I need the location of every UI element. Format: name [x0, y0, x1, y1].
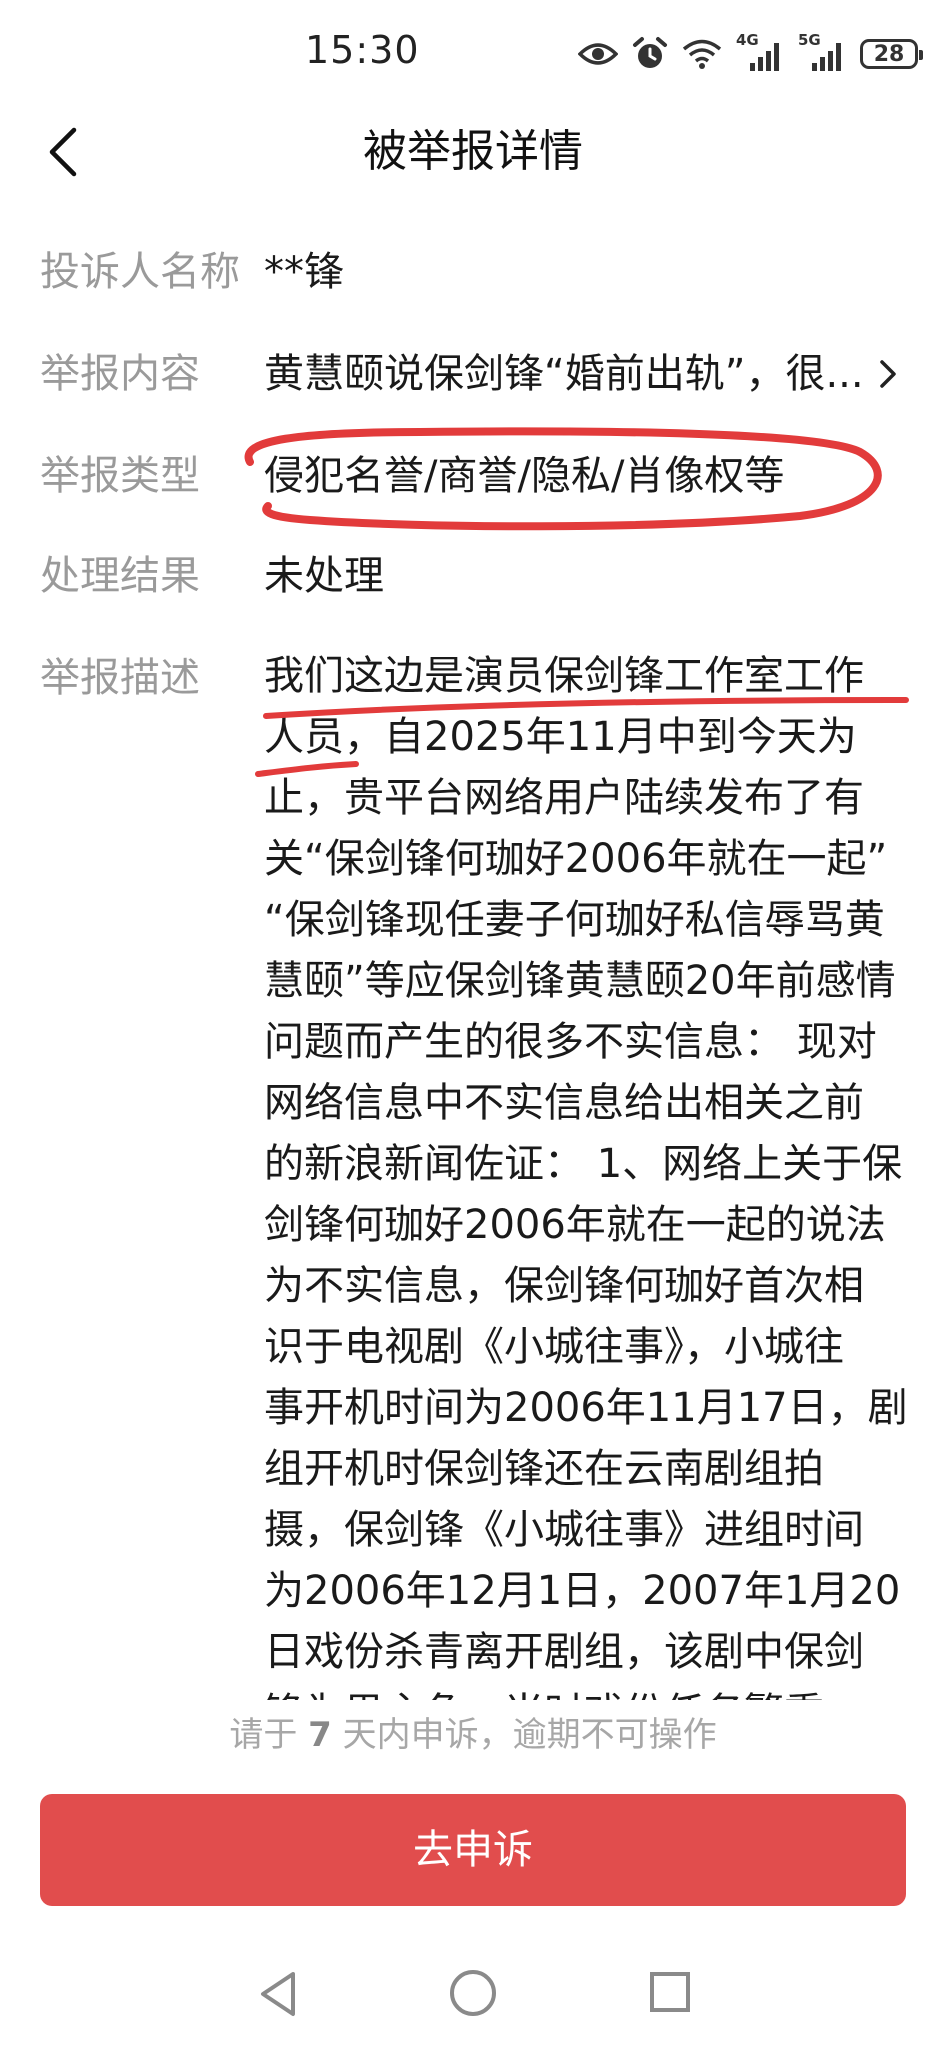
- result-label: 处理结果: [40, 553, 200, 599]
- description-line: 慧颐”等应保剑锋黄慧颐20年前感情: [264, 958, 896, 1004]
- status-bar: 15:30 4G 5G 28: [0, 0, 946, 104]
- description-scroll-area[interactable]: 我们这边是演员保剑锋工作室工作 人员，自2025年11月中到今天为 止，贵平台网…: [0, 646, 946, 1700]
- battery-level: 28: [873, 41, 905, 67]
- description-line: “保剑锋现任妻子何珈好私信辱骂黄: [264, 897, 885, 943]
- deadline-prefix: 请于: [229, 1715, 309, 1755]
- complainant-value: **锋: [264, 249, 344, 295]
- description-line: 组开机时保剑锋还在云南剧组拍: [264, 1446, 824, 1492]
- description-line: 的新浪新闻佐证： 1、网络上关于保: [264, 1141, 903, 1187]
- description-line: 人员，自2025年11月中到今天为: [264, 714, 857, 760]
- description-line: 摄，保剑锋《小城往事》进组时间: [264, 1507, 864, 1553]
- description-line: 止，贵平台网络用户陆续发布了有: [264, 775, 864, 821]
- battery-icon: 28: [860, 39, 923, 69]
- report-content-value: 黄慧颐说保剑锋“婚前出轨”，很...: [264, 351, 864, 397]
- description-line: 锋为男主角，当时戏份任务繁重: [264, 1683, 914, 1700]
- report-detail-page: 15:30 4G 5G 28 被举报详情 投诉人名称 **锋 举报内容 黄慧颐说…: [0, 0, 946, 2048]
- signal-5g-icon: 5G: [798, 31, 846, 73]
- result-value: 未处理: [264, 553, 384, 599]
- report-content-label: 举报内容: [40, 351, 200, 397]
- description-line: 日戏份杀青离开剧组，该剧中保剑: [264, 1629, 864, 1675]
- description-line: 网络信息中不实信息给出相关之前: [264, 1080, 864, 1126]
- description-line: 事开机时间为2006年11月17日，剧: [264, 1385, 908, 1431]
- result-row: 处理结果 未处理: [0, 548, 946, 608]
- system-nav-bar: [0, 1950, 946, 2048]
- description-line: 为2006年12月1日，2007年1月20: [264, 1568, 901, 1614]
- complainant-label: 投诉人名称: [40, 249, 240, 295]
- page-title: 被举报详情: [363, 126, 583, 177]
- deadline-suffix: 天内申诉，逾期不可操作: [331, 1715, 717, 1755]
- signal-4g-icon: 4G: [736, 31, 784, 73]
- description-line: 问题而产生的很多不实信息： 现对: [264, 1019, 877, 1065]
- nav-home-icon[interactable]: [448, 1968, 498, 2018]
- description-line: 剑锋何珈好2006年就在一起的说法: [264, 1202, 886, 1248]
- deadline-days: 7: [308, 1715, 332, 1755]
- complainant-row: 投诉人名称 **锋: [0, 244, 946, 304]
- nav-recent-icon[interactable]: [648, 1970, 692, 2014]
- alarm-icon: [633, 37, 667, 68]
- chevron-right-icon: [880, 360, 896, 388]
- appeal-button[interactable]: 去申诉: [40, 1794, 906, 1906]
- status-time: 15:30: [305, 28, 420, 72]
- report-type-value: 侵犯名誉/商誉/隐私/肖像权等: [264, 453, 785, 499]
- wifi-icon: [682, 39, 722, 69]
- status-icons: 4G 5G 28: [578, 31, 923, 76]
- description-line: 关“保剑锋何珈好2006年就在一起”: [264, 836, 888, 882]
- report-type-label: 举报类型: [40, 453, 200, 499]
- description-text: 我们这边是演员保剑锋工作室工作 人员，自2025年11月中到今天为 止，贵平台网…: [264, 646, 914, 1700]
- header: 被举报详情: [0, 104, 946, 200]
- eye-icon: [578, 43, 618, 65]
- description-line: 为不实信息，保剑锋何珈好首次相: [264, 1263, 864, 1309]
- report-type-row: 举报类型 侵犯名誉/商誉/隐私/肖像权等: [0, 448, 946, 508]
- description-line: 识于电视剧《小城往事》，小城往: [264, 1324, 844, 1370]
- nav-back-icon[interactable]: [255, 1968, 301, 2020]
- appeal-deadline-notice: 请于 7 天内申诉，逾期不可操作: [0, 1710, 946, 1760]
- description-line: 我们这边是演员保剑锋工作室工作: [264, 653, 864, 699]
- report-content-row[interactable]: 举报内容 黄慧颐说保剑锋“婚前出轨”，很...: [0, 346, 946, 406]
